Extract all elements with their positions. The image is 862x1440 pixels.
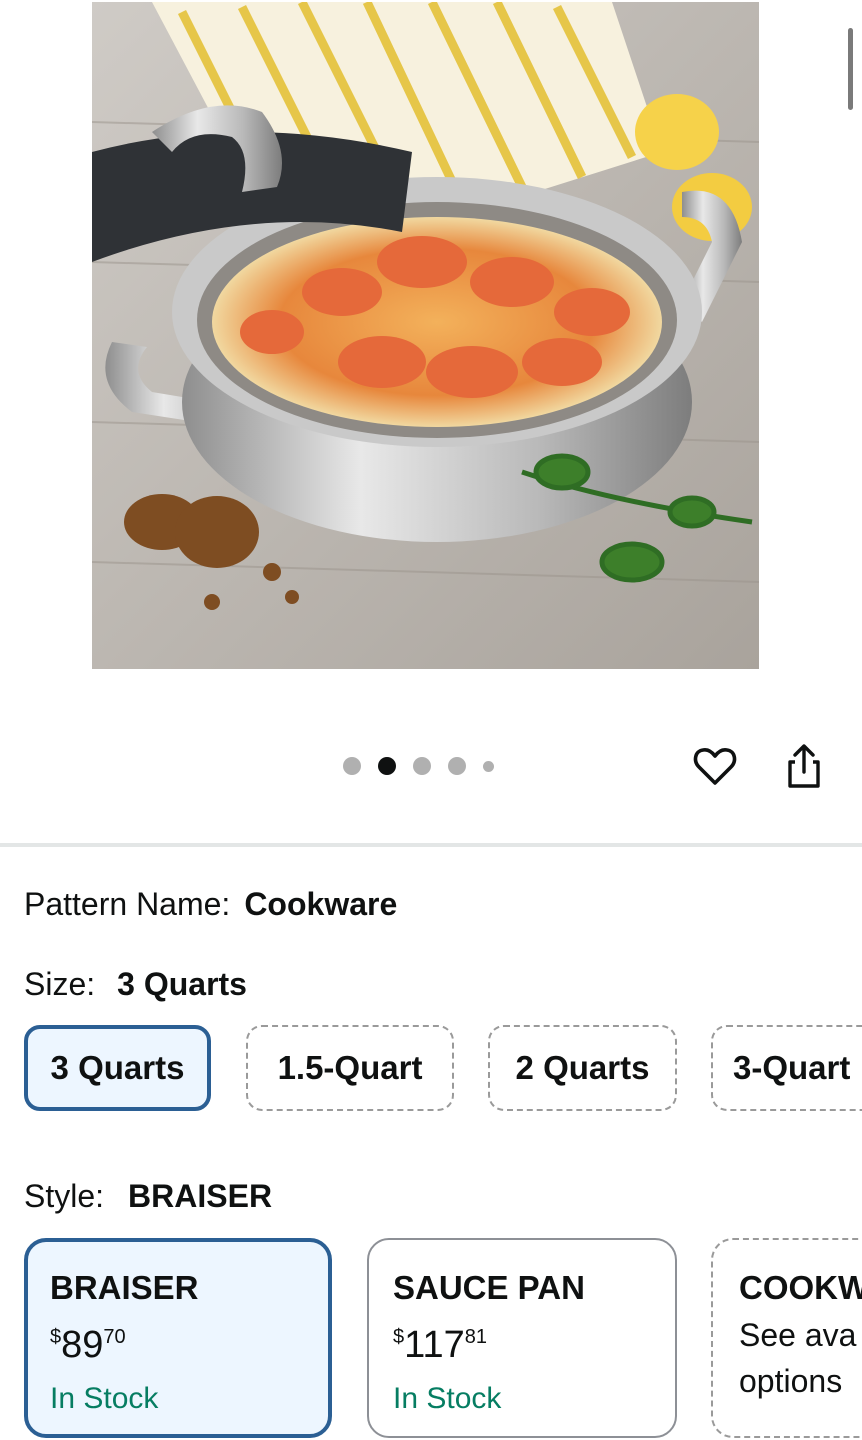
- price-symbol: $: [393, 1326, 405, 1348]
- style-row: Style: BRAISER: [24, 1178, 272, 1215]
- scrollbar[interactable]: [848, 28, 853, 110]
- stock-status: In Stock: [50, 1382, 159, 1415]
- pattern-name-value: Cookware: [244, 886, 398, 922]
- price-symbol: $: [50, 1326, 62, 1348]
- heart-icon: [693, 748, 737, 785]
- price-whole: 117: [404, 1324, 465, 1366]
- size-option-3-quart[interactable]: 3-Quart: [711, 1025, 862, 1111]
- availability-line: See ava: [739, 1317, 857, 1353]
- style-value: BRAISER: [128, 1178, 273, 1214]
- price-fraction: 81: [464, 1326, 487, 1348]
- style-option-name: COOKW: [739, 1269, 862, 1306]
- product-photo: [92, 2, 759, 669]
- favorite-button[interactable]: [689, 740, 741, 792]
- style-option-braiser[interactable]: BRAISER $8970 In Stock: [24, 1238, 332, 1438]
- image-pagination: [343, 756, 494, 776]
- pagination-dot[interactable]: [378, 757, 396, 775]
- availability-line: options: [739, 1363, 843, 1399]
- pattern-name-label: Pattern Name:: [24, 886, 231, 922]
- style-option-cookware[interactable]: COOKW See ava options: [711, 1238, 862, 1438]
- size-option-1-5-quart[interactable]: 1.5-Quart: [246, 1025, 454, 1111]
- product-image[interactable]: [92, 2, 759, 669]
- size-option-label: 1.5-Quart: [277, 1049, 423, 1086]
- pagination-dot[interactable]: [343, 757, 361, 775]
- size-option-label: 2 Quarts: [515, 1049, 650, 1086]
- style-label: Style:: [24, 1178, 105, 1214]
- size-option-2-quarts[interactable]: 2 Quarts: [488, 1025, 677, 1111]
- section-divider: [0, 843, 862, 847]
- pattern-name-row: Pattern Name: Cookware: [24, 886, 397, 923]
- pagination-dot[interactable]: [483, 760, 494, 772]
- style-option-name: BRAISER: [50, 1269, 199, 1306]
- style-option-price: $8970: [50, 1316, 328, 1374]
- pagination-dot[interactable]: [413, 757, 431, 775]
- pagination-dot[interactable]: [448, 757, 466, 775]
- style-option-sauce-pan[interactable]: SAUCE PAN $11781 In Stock: [367, 1238, 677, 1438]
- stock-status: In Stock: [393, 1382, 502, 1415]
- style-option-name: SAUCE PAN: [393, 1269, 585, 1306]
- size-value: 3 Quarts: [117, 966, 247, 1002]
- share-icon: [788, 744, 820, 788]
- price-whole: 89: [61, 1324, 104, 1366]
- size-label: Size:: [24, 966, 96, 1002]
- size-option-label: 3-Quart: [733, 1049, 851, 1086]
- style-option-price: $11781: [393, 1316, 675, 1374]
- share-button[interactable]: [778, 740, 830, 792]
- size-row: Size: 3 Quarts: [24, 966, 247, 1003]
- size-option-label: 3 Quarts: [50, 1049, 185, 1086]
- size-option-3-quarts[interactable]: 3 Quarts: [24, 1025, 211, 1111]
- price-fraction: 70: [103, 1326, 126, 1348]
